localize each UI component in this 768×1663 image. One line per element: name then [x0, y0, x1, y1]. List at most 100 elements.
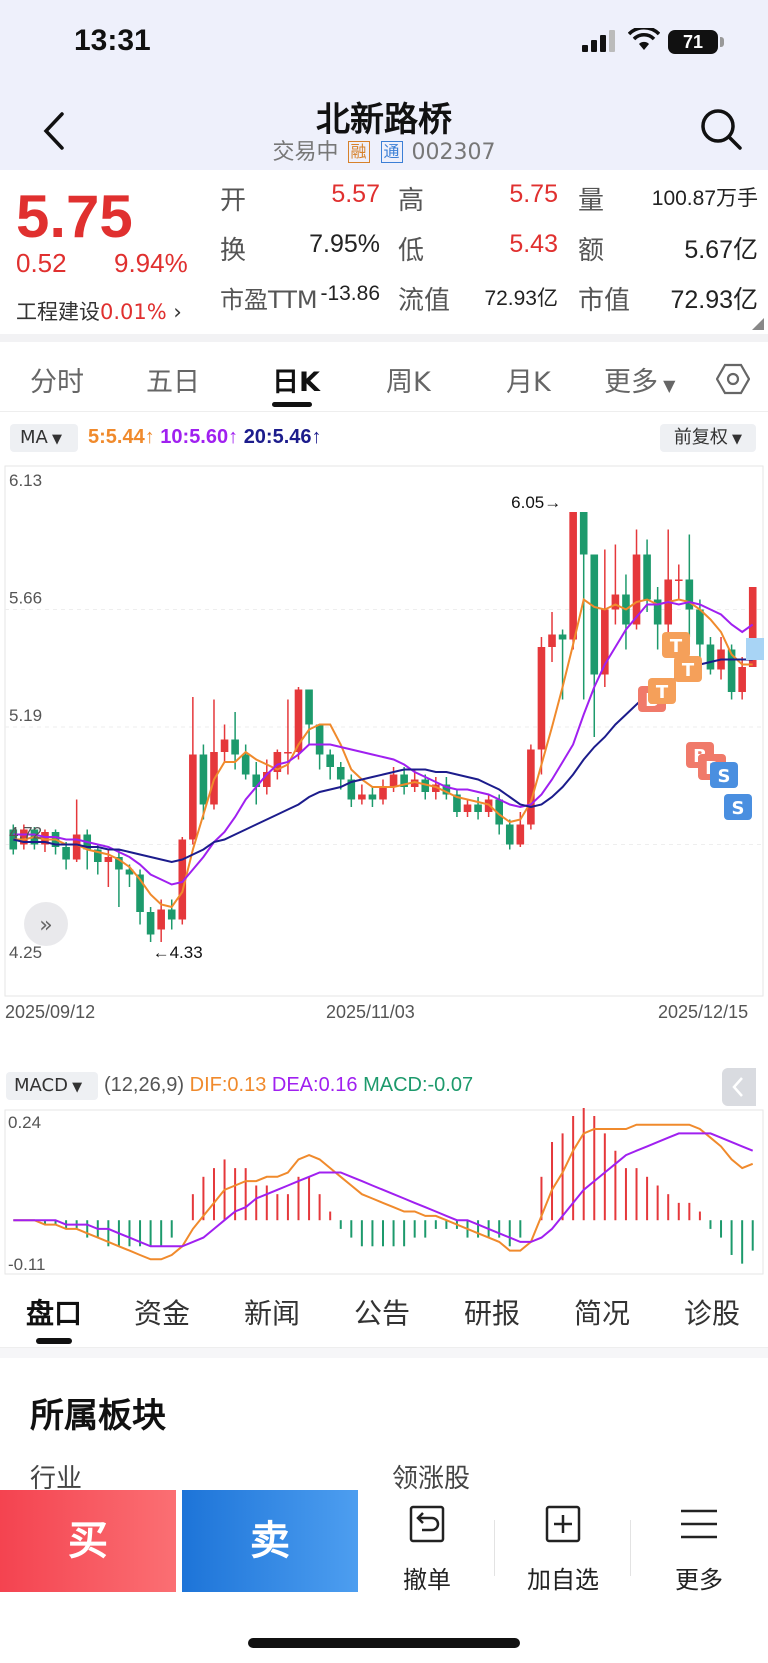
active-tab-indicator [272, 402, 312, 407]
trading-status: 交易中 [272, 140, 339, 165]
y-tick-label: 4.72 [9, 824, 42, 843]
candle [347, 774, 356, 807]
ma20-value: 20:5.46 [243, 426, 312, 448]
sector-card: 所属板块 行业 领涨股 [0, 1358, 768, 1498]
macd-chart[interactable]: 0.24 -0.11 [0, 1108, 768, 1276]
label-turnover: 换 [220, 236, 247, 266]
sector-link[interactable]: 工程建设0.01% › [16, 296, 182, 326]
candle [72, 799, 81, 862]
sector-section: 所属板块 行业 领涨股 [0, 1348, 768, 1498]
macd-frame [4, 1109, 764, 1275]
candle [51, 829, 60, 855]
tab-diagnosis[interactable]: 诊股 [684, 1292, 740, 1332]
candle [527, 744, 535, 830]
sell-button[interactable]: 卖 [182, 1490, 358, 1592]
tab-announcements[interactable]: 公告 [354, 1292, 410, 1332]
candle [189, 697, 197, 845]
tab-profile[interactable]: 简况 [574, 1292, 630, 1332]
caret-down-icon: ▼ [658, 376, 676, 395]
ma-selector[interactable]: MA ▼ [10, 424, 78, 452]
candle [453, 789, 461, 817]
value-amount: 5.67亿 [684, 236, 758, 264]
adjust-selector[interactable]: 前复权 ▼ [660, 424, 756, 452]
chevron-right-icon: › [166, 300, 182, 324]
ma-values: 5:5.44↑ 10:5.60↑ 20:5.46↑ [88, 426, 322, 449]
buy-button[interactable]: 买 [0, 1490, 176, 1592]
candle [220, 724, 229, 762]
add-watchlist-label: 加自选 [527, 1566, 599, 1594]
cancel-order-button[interactable]: 撤单 [362, 1504, 492, 1594]
active-tab-indicator [36, 1338, 72, 1344]
label-float-cap: 流值 [398, 286, 451, 316]
x-tick-label: 2025/09/12 [5, 1002, 95, 1022]
caret-down-icon: ▼ [67, 1080, 83, 1095]
macd-values: (12,26,9) DIF:0.13 DEA:0.16 MACD:-0.07 [104, 1074, 473, 1097]
x-tick-label: 2025/12/15 [658, 1002, 748, 1022]
tab-research[interactable]: 研报 [464, 1292, 520, 1332]
value-pe: -13.86 [320, 282, 380, 305]
wifi-icon [628, 28, 660, 50]
candle [358, 784, 366, 805]
tab-daily-k[interactable]: 日K [272, 360, 320, 399]
tab-more-label: 更多 [604, 367, 658, 398]
home-indicator [248, 1638, 520, 1648]
ma-row: MA ▼ 5:5.44↑ 10:5.60↑ 20:5.46↑ 前复权 ▼ [0, 418, 768, 458]
candle [41, 829, 49, 852]
search-icon[interactable] [696, 104, 746, 154]
collapse-button[interactable] [722, 1068, 756, 1106]
macd-selector[interactable]: MACD ▼ [6, 1072, 98, 1100]
kline-chart[interactable]: B T T T B B S S » 6.135.665.194.724.2520… [0, 462, 768, 1062]
candle [674, 564, 683, 600]
expand-left-button[interactable]: » [24, 902, 68, 946]
macd-params: (12,26,9) [104, 1074, 185, 1096]
tab-news[interactable]: 新闻 [244, 1292, 300, 1332]
label-amount: 额 [578, 236, 605, 266]
stock-header: 北新路桥 交易中 融 通 002307 [0, 90, 768, 170]
candle [548, 612, 556, 662]
candle [368, 787, 377, 807]
candle [685, 534, 694, 637]
tab-handicap[interactable]: 盘口 [26, 1292, 82, 1332]
tab-funds[interactable]: 资金 [134, 1292, 190, 1332]
svg-text:S: S [732, 798, 745, 819]
tab-more[interactable]: 更多 ▼ [604, 360, 675, 399]
value-market-cap: 72.93亿 [670, 286, 758, 314]
divider [0, 334, 768, 342]
plus-square-icon [545, 1505, 581, 1543]
up-arrow-icon: ↑ [311, 426, 322, 448]
quote-panel: 5.75 0.52 9.94% 工程建设0.01% › 开 5.57 高 5.7… [0, 170, 768, 330]
last-price: 5.75 [16, 183, 133, 250]
double-chevron-icon: » [39, 913, 52, 938]
corner-expand-icon[interactable] [752, 318, 764, 330]
tab-monthly-k[interactable]: 月K [506, 360, 551, 399]
settings-hexagon-icon[interactable] [716, 362, 750, 396]
macd-hist: MACD:-0.07 [363, 1074, 474, 1096]
tab-five-day[interactable]: 五日 [146, 360, 200, 399]
add-watchlist-button[interactable]: 加自选 [498, 1504, 628, 1594]
value-volume: 100.87万手 [651, 187, 758, 210]
candle [653, 587, 662, 650]
value-open: 5.57 [331, 180, 380, 208]
battery-icon: 71 [668, 30, 718, 54]
candle [146, 907, 155, 942]
candle [241, 744, 250, 780]
ma-selector-label: MA [20, 427, 48, 448]
caret-down-icon: ▼ [727, 432, 743, 447]
adjust-label: 前复权 [673, 427, 728, 448]
value-float-cap: 72.93亿 [484, 287, 558, 310]
more-label: 更多 [675, 1566, 723, 1594]
candle [305, 689, 313, 745]
candle [62, 842, 70, 870]
more-button[interactable]: 更多 [634, 1504, 764, 1594]
label-low: 低 [398, 236, 425, 266]
sector-pct: 0.01% [100, 300, 167, 324]
tab-weekly-k[interactable]: 周K [386, 360, 431, 399]
period-tabs: 分时 五日 日K 周K 月K 更多 ▼ [0, 342, 768, 412]
separator [494, 1520, 495, 1576]
separator [630, 1520, 631, 1576]
tab-intraday[interactable]: 分时 [30, 360, 84, 399]
candle [379, 779, 387, 805]
candle [463, 799, 472, 817]
price-change: 0.52 [16, 248, 67, 278]
macd-dif: DIF:0.13 [189, 1074, 267, 1096]
